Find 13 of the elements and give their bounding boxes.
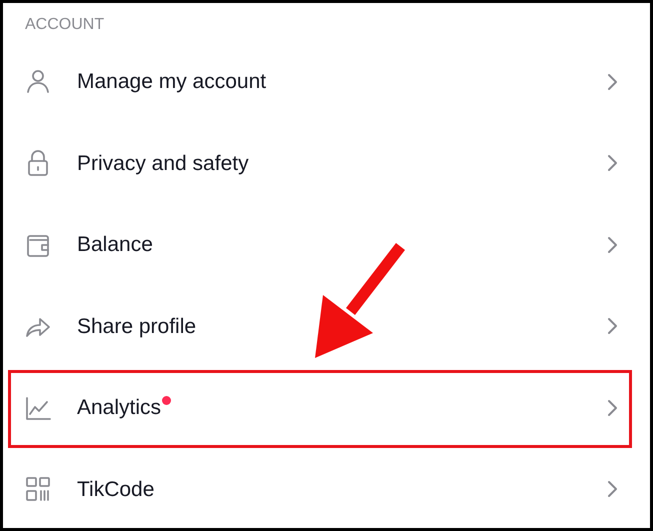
chevron-icon (606, 153, 618, 174)
menu-item[interactable]: Manage my account (3, 41, 650, 122)
chevron-icon (606, 72, 618, 92)
chevron-icon (606, 316, 618, 336)
menu-item[interactable]: Privacy and safety (3, 122, 650, 204)
menu-item[interactable]: Analytics (3, 367, 650, 448)
chevron-icon (606, 479, 618, 500)
chevron-icon (606, 398, 618, 418)
menu-item[interactable]: Balance (3, 204, 650, 286)
section-title: ACCOUNT (24, 15, 106, 35)
chevron-icon (606, 234, 618, 255)
menu-item[interactable]: TikCode (3, 448, 650, 528)
menu-item[interactable]: Share profile (3, 286, 650, 367)
